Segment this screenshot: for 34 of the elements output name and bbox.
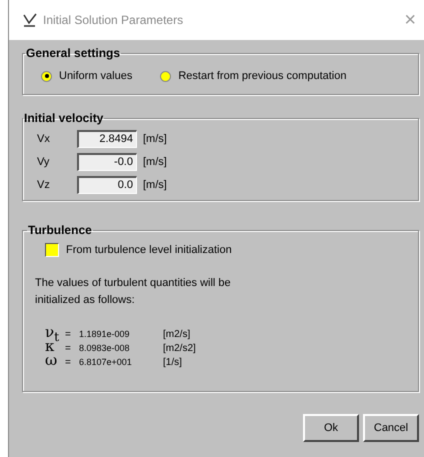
input-field[interactable]: -0.0: [77, 152, 137, 170]
input-field[interactable]: 0.0: [77, 176, 137, 194]
unit-label: [1/s]: [163, 357, 182, 368]
checkbox[interactable]: [45, 243, 59, 257]
equals-sign: =: [65, 343, 72, 354]
radio-label: Uniform values: [59, 70, 132, 82]
quantity-value: 1.1891e-009: [79, 329, 131, 339]
field-label: Vx: [36, 132, 51, 144]
group-title: General settings: [25, 46, 122, 60]
symbol-label: ν$_{t}$: [44, 323, 60, 344]
logo-icon: [23, 13, 37, 27]
radio-button[interactable]: [160, 70, 172, 82]
unit-label: [m/s]: [143, 178, 167, 190]
field-label: Vy: [36, 156, 50, 168]
equals-sign: =: [65, 357, 72, 368]
field-label: Vz: [36, 178, 51, 190]
radio-button[interactable]: [41, 70, 52, 82]
unit-label: [m2/s2]: [163, 343, 196, 354]
input-field[interactable]: 2.8494: [77, 130, 137, 148]
unit-label: [m/s]: [143, 132, 167, 144]
quantity-value: 6.8107e+001: [79, 357, 133, 367]
symbol-label: ω: [44, 351, 58, 369]
description-text: The values of turbulent quantities will be initialized as follows:: [35, 276, 232, 308]
dialog-button[interactable]: Cancel: [363, 414, 419, 442]
checkbox-label: From turbulence level initialization: [66, 244, 232, 256]
window-title: Initial Solution Parameters: [43, 13, 184, 27]
radio-option[interactable]: Uniform values: [41, 70, 132, 82]
quantity-value: 8.0983e-008: [79, 343, 131, 353]
group-title: Turbulence: [27, 223, 93, 237]
group-title: Initial velocity: [23, 111, 104, 125]
dialog-button[interactable]: Ok: [303, 414, 359, 442]
unit-label: [m/s]: [143, 156, 167, 168]
unit-label: [m2/s]: [163, 329, 190, 340]
equals-sign: =: [65, 329, 72, 340]
